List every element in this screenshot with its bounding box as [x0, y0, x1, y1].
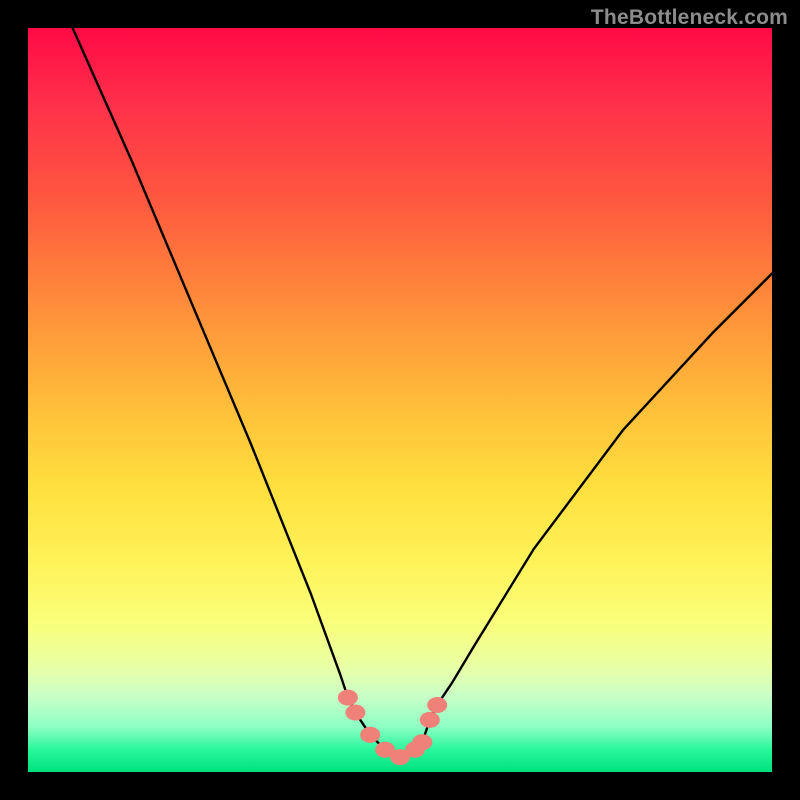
plot-background — [28, 28, 772, 772]
watermark-text: TheBottleneck.com — [591, 6, 788, 30]
chart-frame: TheBottleneck.com — [0, 0, 800, 800]
